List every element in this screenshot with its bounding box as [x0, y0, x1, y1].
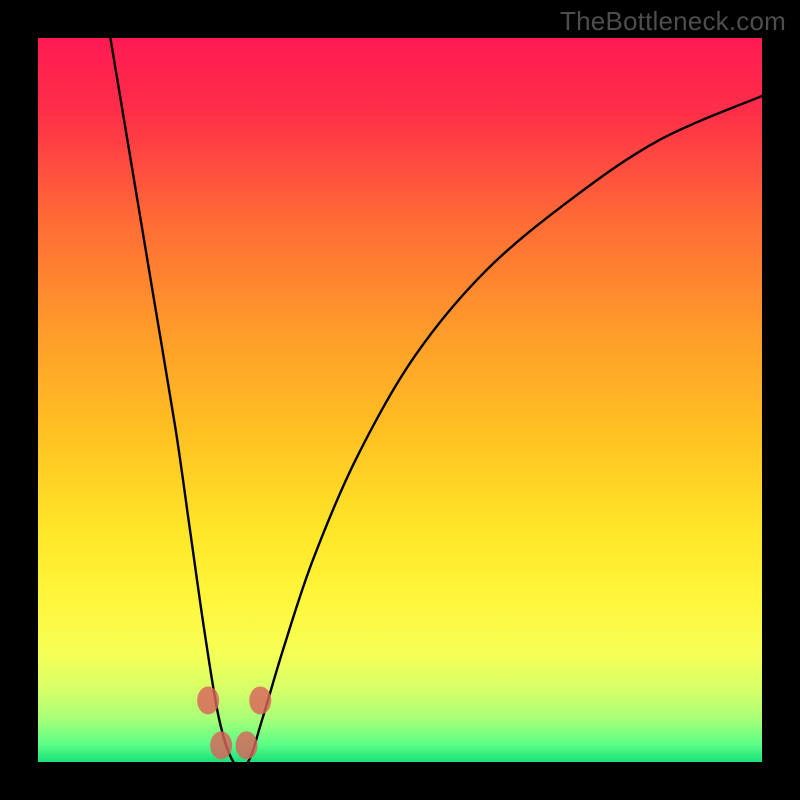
- chart-frame: TheBottleneck.com: [0, 0, 800, 800]
- trough-marker: [236, 731, 258, 759]
- plot-area: [38, 38, 762, 762]
- trough-marker: [249, 686, 271, 714]
- trough-marker: [197, 686, 219, 714]
- watermark-label: TheBottleneck.com: [560, 6, 786, 37]
- curve-layer: [38, 38, 762, 762]
- trough-marker: [210, 731, 232, 759]
- bottleneck-curve: [110, 38, 762, 762]
